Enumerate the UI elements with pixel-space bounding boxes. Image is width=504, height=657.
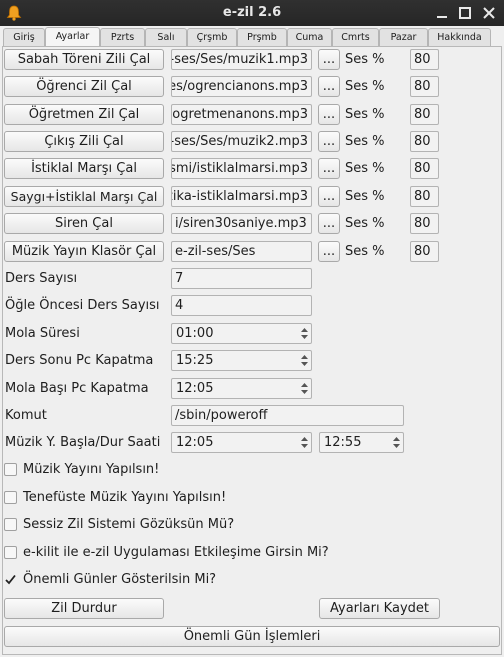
tab-hakkinda[interactable]: Hakkında [428,28,491,46]
play-siren-button[interactable]: Siren Çal [4,213,164,234]
browse-button[interactable]: ... [318,186,340,207]
volume-label: Ses % [345,216,385,231]
volume-field[interactable]: 80 [410,131,439,152]
tab-giris[interactable]: Giriş [3,28,45,46]
important-days-label: Önemli Günler Gösterilsin Mi? [23,572,217,587]
sound-path-field[interactable]: es/ogrencianons.mp3 [171,76,312,97]
break-duration-value: 01:00 [176,326,214,341]
volume-label: Ses % [345,161,385,176]
lesson-end-shutdown-label: Ders Sonu Pc Kapatma [5,353,154,368]
music-broadcast-checkbox[interactable] [4,463,17,476]
lesson-end-shutdown-spinbox[interactable]: 15:25 [171,350,312,371]
break-start-shutdown-label: Mola Başı Pc Kapatma [5,381,149,396]
volume-field[interactable]: 80 [410,213,439,234]
browse-button[interactable]: ... [318,104,340,125]
volume-label: Ses % [345,134,385,149]
play-respect-anthem-button[interactable]: Saygı+İstiklal Marşı Çal [4,186,164,207]
command-field[interactable]: /sbin/poweroff [171,405,404,426]
volume-label: Ses % [345,79,385,94]
tab-ayarlar[interactable]: Ayarlar [45,27,100,48]
tab-bar: Giriş Ayarlar Pzrts Salı Çrşmb Prşmb Cum… [3,27,501,48]
stop-bell-button[interactable]: Zil Durdur [4,598,164,619]
command-label: Komut [5,408,47,423]
sound-path-field[interactable]: i/siren30saniye.mp3 [171,213,312,234]
music-start-spinbox[interactable]: 12:05 [171,432,312,453]
sound-path-field[interactable]: ogretmenanons.mp3 [171,104,312,125]
sound-path-field[interactable]: -ses/Ses/muzik1.mp3 [171,49,312,70]
music-broadcast-label: Müzik Yayını Yapılsın! [23,462,160,477]
music-start-value: 12:05 [176,435,214,450]
volume-field[interactable]: 80 [410,104,439,125]
morning-lesson-count-label: Öğle Öncesi Ders Sayısı [5,298,160,313]
spin-arrows-icon[interactable] [300,380,309,397]
app-window: e-zil 2.6 Giriş Ayarlar Pzrts Salı Çrşmb… [0,0,504,657]
volume-field[interactable]: 80 [410,158,439,179]
maximize-icon[interactable] [456,4,474,22]
minimize-icon[interactable] [433,4,451,22]
music-folder-field[interactable]: e-zil-ses/Ses [171,241,312,262]
spin-arrows-icon[interactable] [300,434,309,451]
lesson-count-label: Ders Sayısı [5,271,78,286]
spin-arrows-icon[interactable] [300,325,309,342]
close-icon[interactable] [480,4,498,22]
play-anthem-button[interactable]: İstiklal Marşı Çal [4,158,164,179]
sound-path-field[interactable]: zika-istiklalmarsi.mp3 [171,186,312,207]
tab-crsmb[interactable]: Çrşmb [187,28,237,46]
spin-arrows-icon[interactable] [300,352,309,369]
break-music-label: Tenefüste Müzik Yayını Yapılsın! [23,490,227,505]
browse-button[interactable]: ... [318,241,340,262]
tab-cmrts[interactable]: Cmrts [332,28,379,46]
tab-sali[interactable]: Salı [145,28,187,46]
break-music-checkbox[interactable] [4,491,17,504]
sound-path-field[interactable]: -ses/Ses/muzik2.mp3 [171,131,312,152]
lesson-end-shutdown-value: 15:25 [176,353,214,368]
break-start-shutdown-spinbox[interactable]: 12:05 [171,378,312,399]
important-days-button[interactable]: Önemli Gün İşlemleri [4,626,500,647]
volume-label: Ses % [345,107,385,122]
spin-arrows-icon[interactable] [392,434,401,451]
volume-label: Ses % [345,52,385,67]
title-bar: e-zil 2.6 [0,0,504,26]
break-duration-label: Mola Süresi [5,326,80,341]
morning-lesson-count-field[interactable]: 4 [171,295,312,316]
lesson-count-field[interactable]: 7 [171,268,312,289]
play-exit-bell-button[interactable]: Çıkış Zili Çal [4,131,164,152]
volume-label: Ses % [345,189,385,204]
browse-button[interactable]: ... [318,76,340,97]
tab-prsmb[interactable]: Prşmb [237,28,287,46]
volume-field[interactable]: 80 [410,49,439,70]
sound-path-field[interactable]: smi/istiklalmarsi.mp3 [171,158,312,179]
important-days-checkbox[interactable] [4,573,17,586]
window-title: e-zil 2.6 [222,5,282,20]
tab-cuma[interactable]: Cuma [287,28,332,46]
play-morning-bell-button[interactable]: Sabah Töreni Zili Çal [4,49,164,70]
tab-pzrts[interactable]: Pzrts [100,28,145,46]
silent-bell-label: Sessiz Zil Sistemi Gözüksün Mü? [23,517,235,532]
browse-button[interactable]: ... [318,131,340,152]
browse-button[interactable]: ... [318,213,340,234]
play-music-folder-button[interactable]: Müzik Yayın Klasör Çal [4,241,164,262]
volume-field[interactable]: 80 [410,76,439,97]
volume-field[interactable]: 80 [410,241,439,262]
break-start-shutdown-value: 12:05 [176,381,214,396]
browse-button[interactable]: ... [318,158,340,179]
checkmark-icon [5,574,16,585]
browse-button[interactable]: ... [318,49,340,70]
e-kilit-label: e-kilit ile e-zil Uygulaması Etkileşime … [23,545,329,560]
volume-field[interactable]: 80 [410,186,439,207]
play-teacher-bell-button[interactable]: Öğretmen Zil Çal [4,104,164,125]
music-time-label: Müzik Y. Başla/Dur Saati [5,435,161,450]
break-duration-spinbox[interactable]: 01:00 [171,323,312,344]
save-settings-button[interactable]: Ayarları Kaydet [319,598,440,619]
silent-bell-checkbox[interactable] [4,518,17,531]
volume-label: Ses % [345,244,385,259]
e-kilit-checkbox[interactable] [4,546,17,559]
play-student-bell-button[interactable]: Öğrenci Zil Çal [4,76,164,97]
music-end-value: 12:55 [324,435,362,450]
tab-pazar[interactable]: Pazar [379,28,428,46]
music-end-spinbox[interactable]: 12:55 [319,432,404,453]
